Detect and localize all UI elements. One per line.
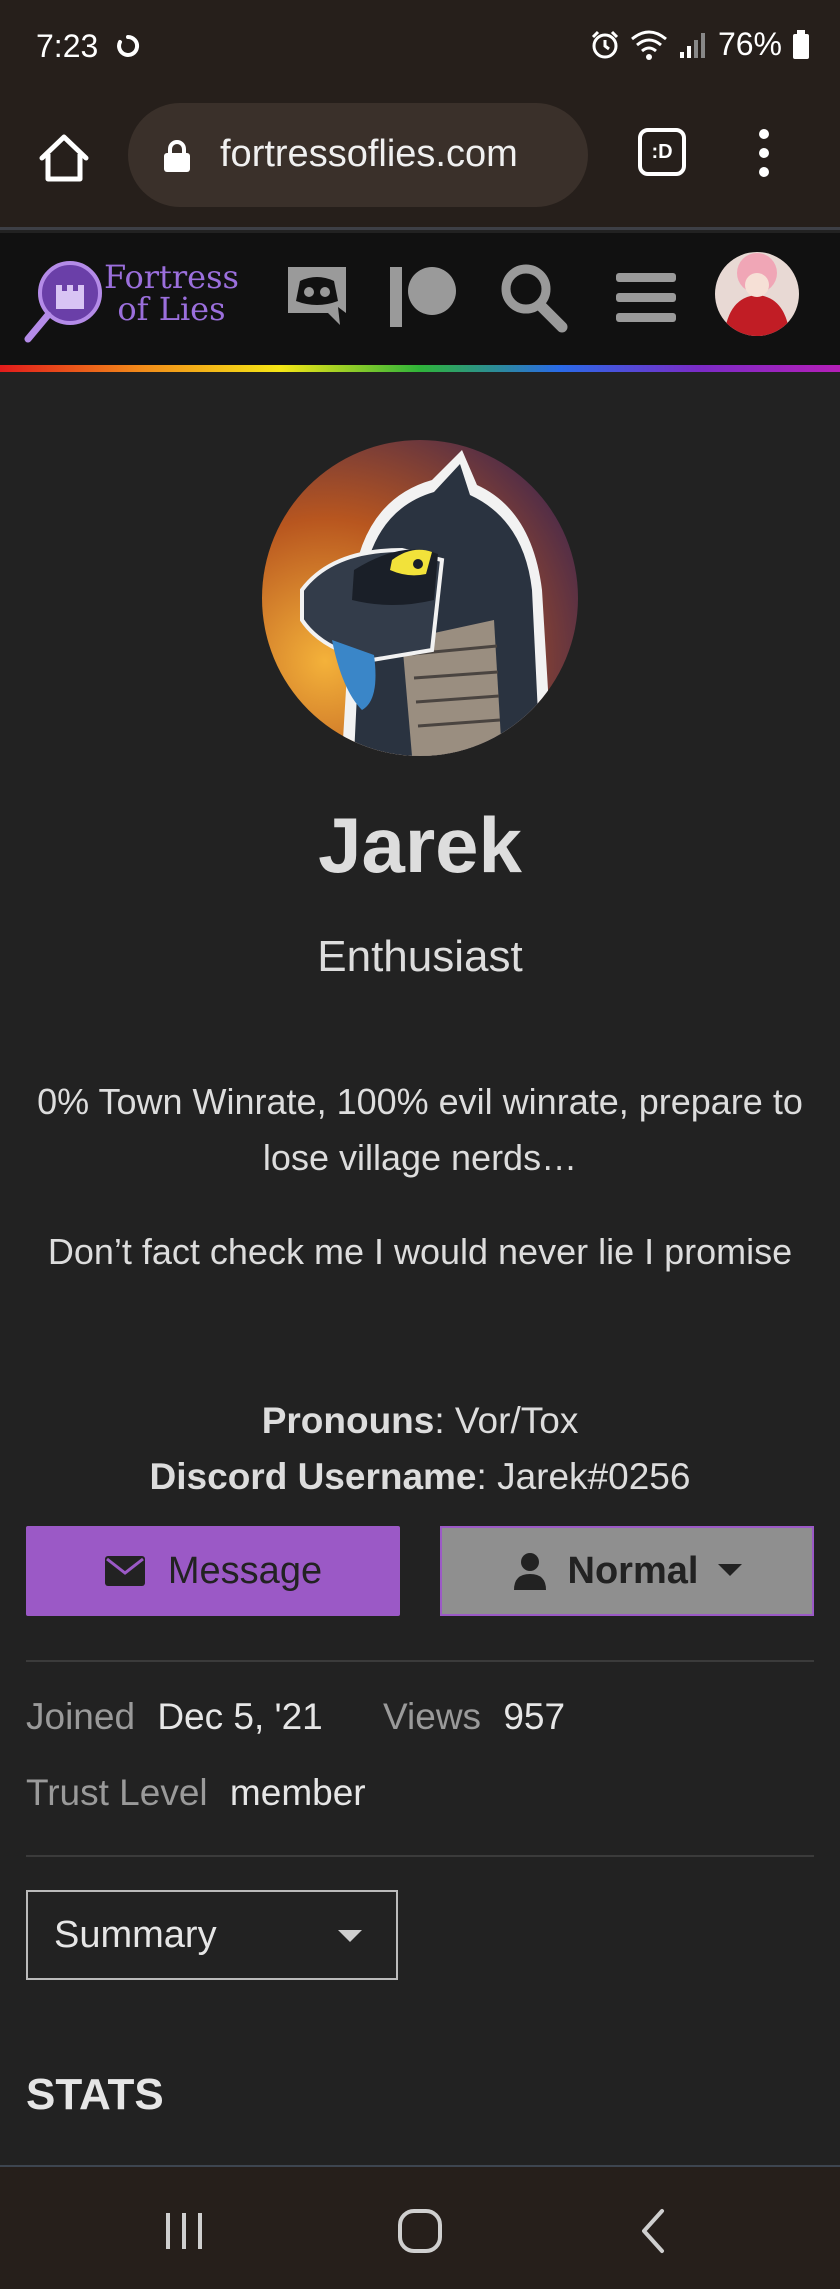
- chevron-down-icon: [718, 1564, 743, 1576]
- field-value: : Vor/Tox: [434, 1400, 579, 1441]
- tab-switcher-button[interactable]: :D: [638, 128, 686, 176]
- back-icon[interactable]: [638, 2207, 668, 2255]
- home-nav-icon[interactable]: [396, 2207, 444, 2255]
- status-indicators: 76%: [590, 26, 810, 63]
- views-label: Views: [383, 1696, 482, 1737]
- divider: [26, 1660, 814, 1662]
- battery-icon: [793, 29, 809, 59]
- field-pronouns: Pronouns: Vor/Tox: [0, 1393, 840, 1449]
- logo-text: Fortress of Lies: [104, 261, 239, 325]
- chevron-down-icon: [338, 1930, 362, 1942]
- joined-label: Joined: [26, 1696, 136, 1737]
- magnifier-castle-icon: [24, 261, 102, 343]
- site-header: Fortress of Lies: [0, 233, 840, 365]
- logo-line-2: of Lies: [117, 290, 226, 328]
- profile-section-select[interactable]: Summary: [26, 1890, 398, 1980]
- user-icon: [513, 1553, 546, 1590]
- envelope-icon: [104, 1556, 145, 1586]
- profile-meta-row: Joined Dec 5, '21 Views 957: [26, 1696, 565, 1738]
- sync-icon: [117, 34, 140, 57]
- divider: [26, 1855, 814, 1857]
- select-value: Summary: [54, 1914, 217, 1956]
- system-navigation-bar: [0, 2165, 840, 2289]
- notification-level-label: Normal: [567, 1549, 699, 1592]
- logo-line-1: Fortress: [104, 258, 239, 296]
- discord-icon[interactable]: [282, 261, 352, 333]
- signal-icon: [679, 32, 705, 58]
- profile-avatar: [262, 440, 578, 756]
- browser-toolbar: fortressoflies.com :D: [0, 100, 840, 230]
- stats-heading: STATS: [26, 2070, 164, 2119]
- message-button[interactable]: Message: [26, 1526, 400, 1616]
- profile-trust-row: Trust Level member: [26, 1772, 366, 1814]
- field-value: : Jarek#0256: [476, 1456, 691, 1497]
- profile-custom-fields: Pronouns: Vor/Tox Discord Username: Jare…: [0, 1393, 840, 1505]
- url-text: fortressoflies.com: [220, 133, 518, 175]
- address-bar[interactable]: fortressoflies.com: [128, 103, 588, 207]
- patreon-icon[interactable]: [388, 261, 458, 333]
- home-icon[interactable]: [36, 130, 92, 186]
- user-avatar-icon[interactable]: [714, 251, 800, 337]
- message-button-label: Message: [167, 1549, 323, 1592]
- status-time: 7:23: [36, 28, 99, 64]
- lock-icon: [164, 140, 190, 172]
- rainbow-divider: [0, 365, 840, 372]
- field-label: Discord Username: [149, 1456, 477, 1497]
- hamburger-icon[interactable]: [612, 261, 682, 333]
- overflow-menu-icon[interactable]: [752, 128, 776, 178]
- profile-user-title: Enthusiast: [317, 932, 523, 981]
- profile-bio-paragraph: 0% Town Winrate, 100% evil winrate, prep…: [37, 1081, 803, 1178]
- battery-percent: 76%: [717, 26, 782, 62]
- profile-username: Jarek: [318, 801, 522, 889]
- joined-value: Dec 5, '21: [157, 1696, 323, 1737]
- site-logo[interactable]: Fortress of Lies: [24, 255, 239, 347]
- alarm-icon: [591, 30, 619, 58]
- field-label: Pronouns: [261, 1400, 435, 1441]
- notification-level-button[interactable]: Normal: [440, 1526, 814, 1616]
- recent-apps-icon[interactable]: [162, 2207, 206, 2255]
- status-bar: 7:23 76%: [0, 0, 840, 100]
- views-value: 957: [503, 1696, 566, 1737]
- field-discord-username: Discord Username: Jarek#0256: [0, 1449, 840, 1505]
- wifi-icon: [631, 30, 667, 60]
- profile-bio-paragraph: Don’t fact check me I would never lie I …: [47, 1231, 793, 1272]
- search-icon[interactable]: [498, 261, 568, 333]
- trust-level-value: member: [229, 1772, 366, 1813]
- trust-level-label: Trust Level: [26, 1772, 208, 1813]
